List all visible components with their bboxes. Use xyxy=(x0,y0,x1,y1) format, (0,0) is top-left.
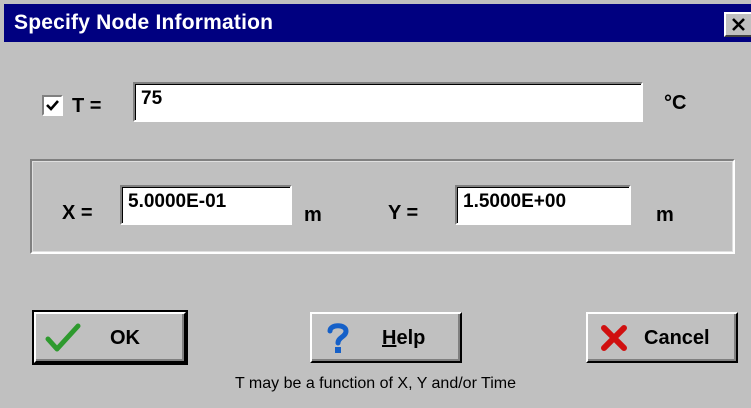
y-label: Y = xyxy=(388,202,419,224)
dialog-body: T = 75 °C X = 5.0000E-01 m Y = 1.5000E+0… xyxy=(0,42,751,408)
close-button[interactable] xyxy=(724,12,751,37)
ok-button-label: OK xyxy=(110,327,140,349)
close-icon xyxy=(732,18,745,31)
dialog-window: Specify Node Information T = 75 °C X = 5… xyxy=(0,0,751,408)
checkmark-icon xyxy=(45,323,81,352)
title-bar: Specify Node Information xyxy=(4,4,751,42)
cancel-button-label: Cancel xyxy=(644,327,710,349)
temperature-input[interactable]: 75 xyxy=(133,82,643,122)
ok-button[interactable]: OK xyxy=(32,310,188,365)
temperature-unit: °C xyxy=(664,92,687,114)
x-unit: m xyxy=(304,204,322,226)
checkmark-icon xyxy=(46,100,59,111)
help-label-rest: elp xyxy=(396,327,426,349)
question-mark-icon xyxy=(327,323,349,353)
window-title: Specify Node Information xyxy=(14,11,274,34)
temperature-label: T = xyxy=(72,95,102,117)
help-mnemonic: H xyxy=(382,327,397,349)
help-button[interactable]: Help xyxy=(310,312,462,363)
x-coordinate-input[interactable]: 5.0000E-01 xyxy=(120,185,292,225)
x-label: X = xyxy=(62,202,93,224)
temperature-checkbox[interactable] xyxy=(42,95,63,116)
hint-text: T may be a function of X, Y and/or Time xyxy=(234,375,517,392)
x-cancel-icon xyxy=(601,325,627,351)
y-coordinate-input[interactable]: 1.5000E+00 xyxy=(455,185,631,225)
cancel-button[interactable]: Cancel xyxy=(586,312,738,363)
help-button-label: Help xyxy=(382,327,425,350)
y-unit: m xyxy=(656,204,674,226)
